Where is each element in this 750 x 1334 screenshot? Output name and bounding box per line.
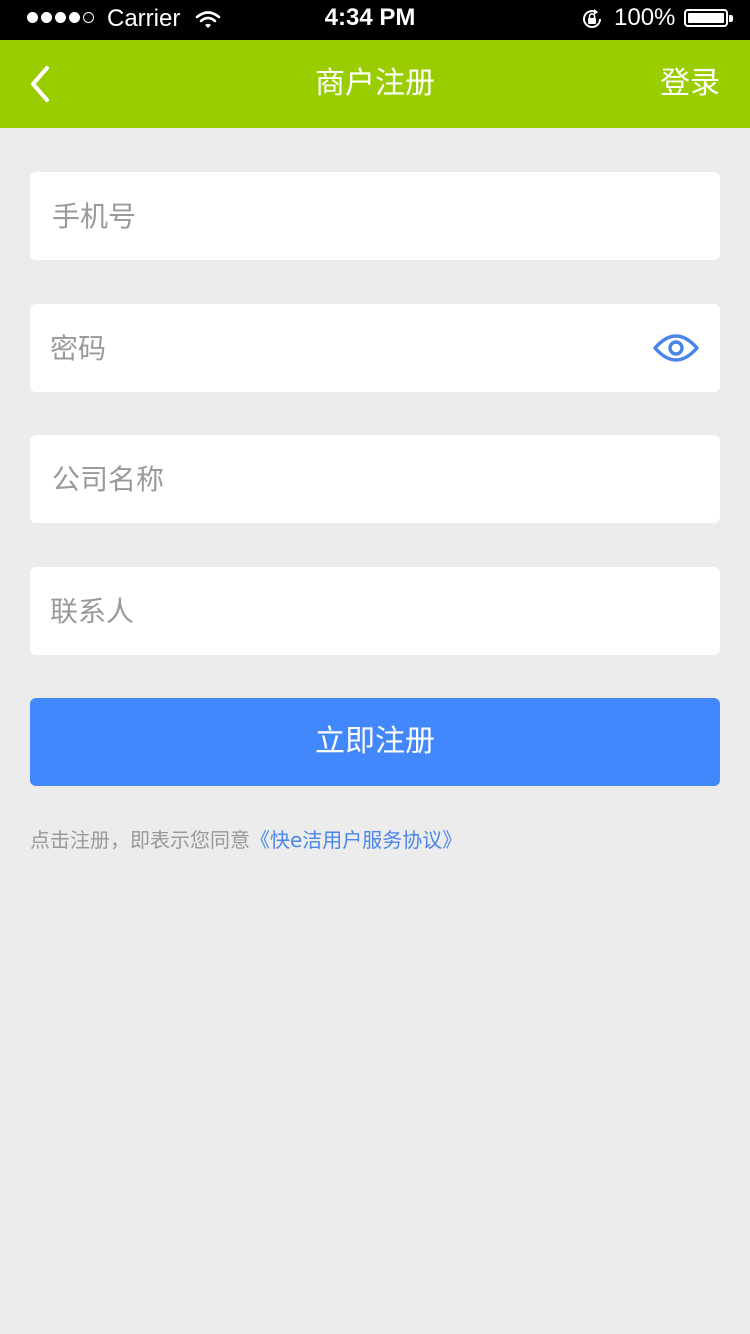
company-name-field	[30, 435, 720, 523]
battery-percentage: 100%	[614, 4, 676, 31]
login-button[interactable]: 登录	[660, 40, 720, 128]
battery-tip	[729, 15, 733, 22]
rotation-lock-icon	[580, 7, 604, 31]
phone-field	[30, 172, 720, 260]
company-name-input[interactable]	[30, 435, 720, 523]
password-input[interactable]	[30, 304, 720, 392]
register-button[interactable]: 立即注册	[30, 698, 720, 786]
password-visibility-toggle[interactable]	[652, 330, 700, 366]
battery-icon	[684, 9, 728, 27]
nav-bar: 商户注册 登录	[0, 40, 750, 128]
contact-person-field	[30, 567, 720, 655]
contact-person-input[interactable]	[30, 567, 720, 655]
page-title: 商户注册	[315, 66, 435, 101]
status-bar: Carrier 4:34 PM 100%	[0, 0, 750, 40]
password-field	[30, 304, 720, 392]
agreement-prefix: 点击注册，即表示您同意	[30, 828, 250, 852]
service-agreement-link[interactable]: 《快e洁用户服务协议》	[250, 828, 462, 852]
agreement-notice: 点击注册，即表示您同意《快e洁用户服务协议》	[30, 824, 462, 856]
eye-icon	[653, 334, 699, 362]
phone-input[interactable]	[30, 172, 720, 260]
